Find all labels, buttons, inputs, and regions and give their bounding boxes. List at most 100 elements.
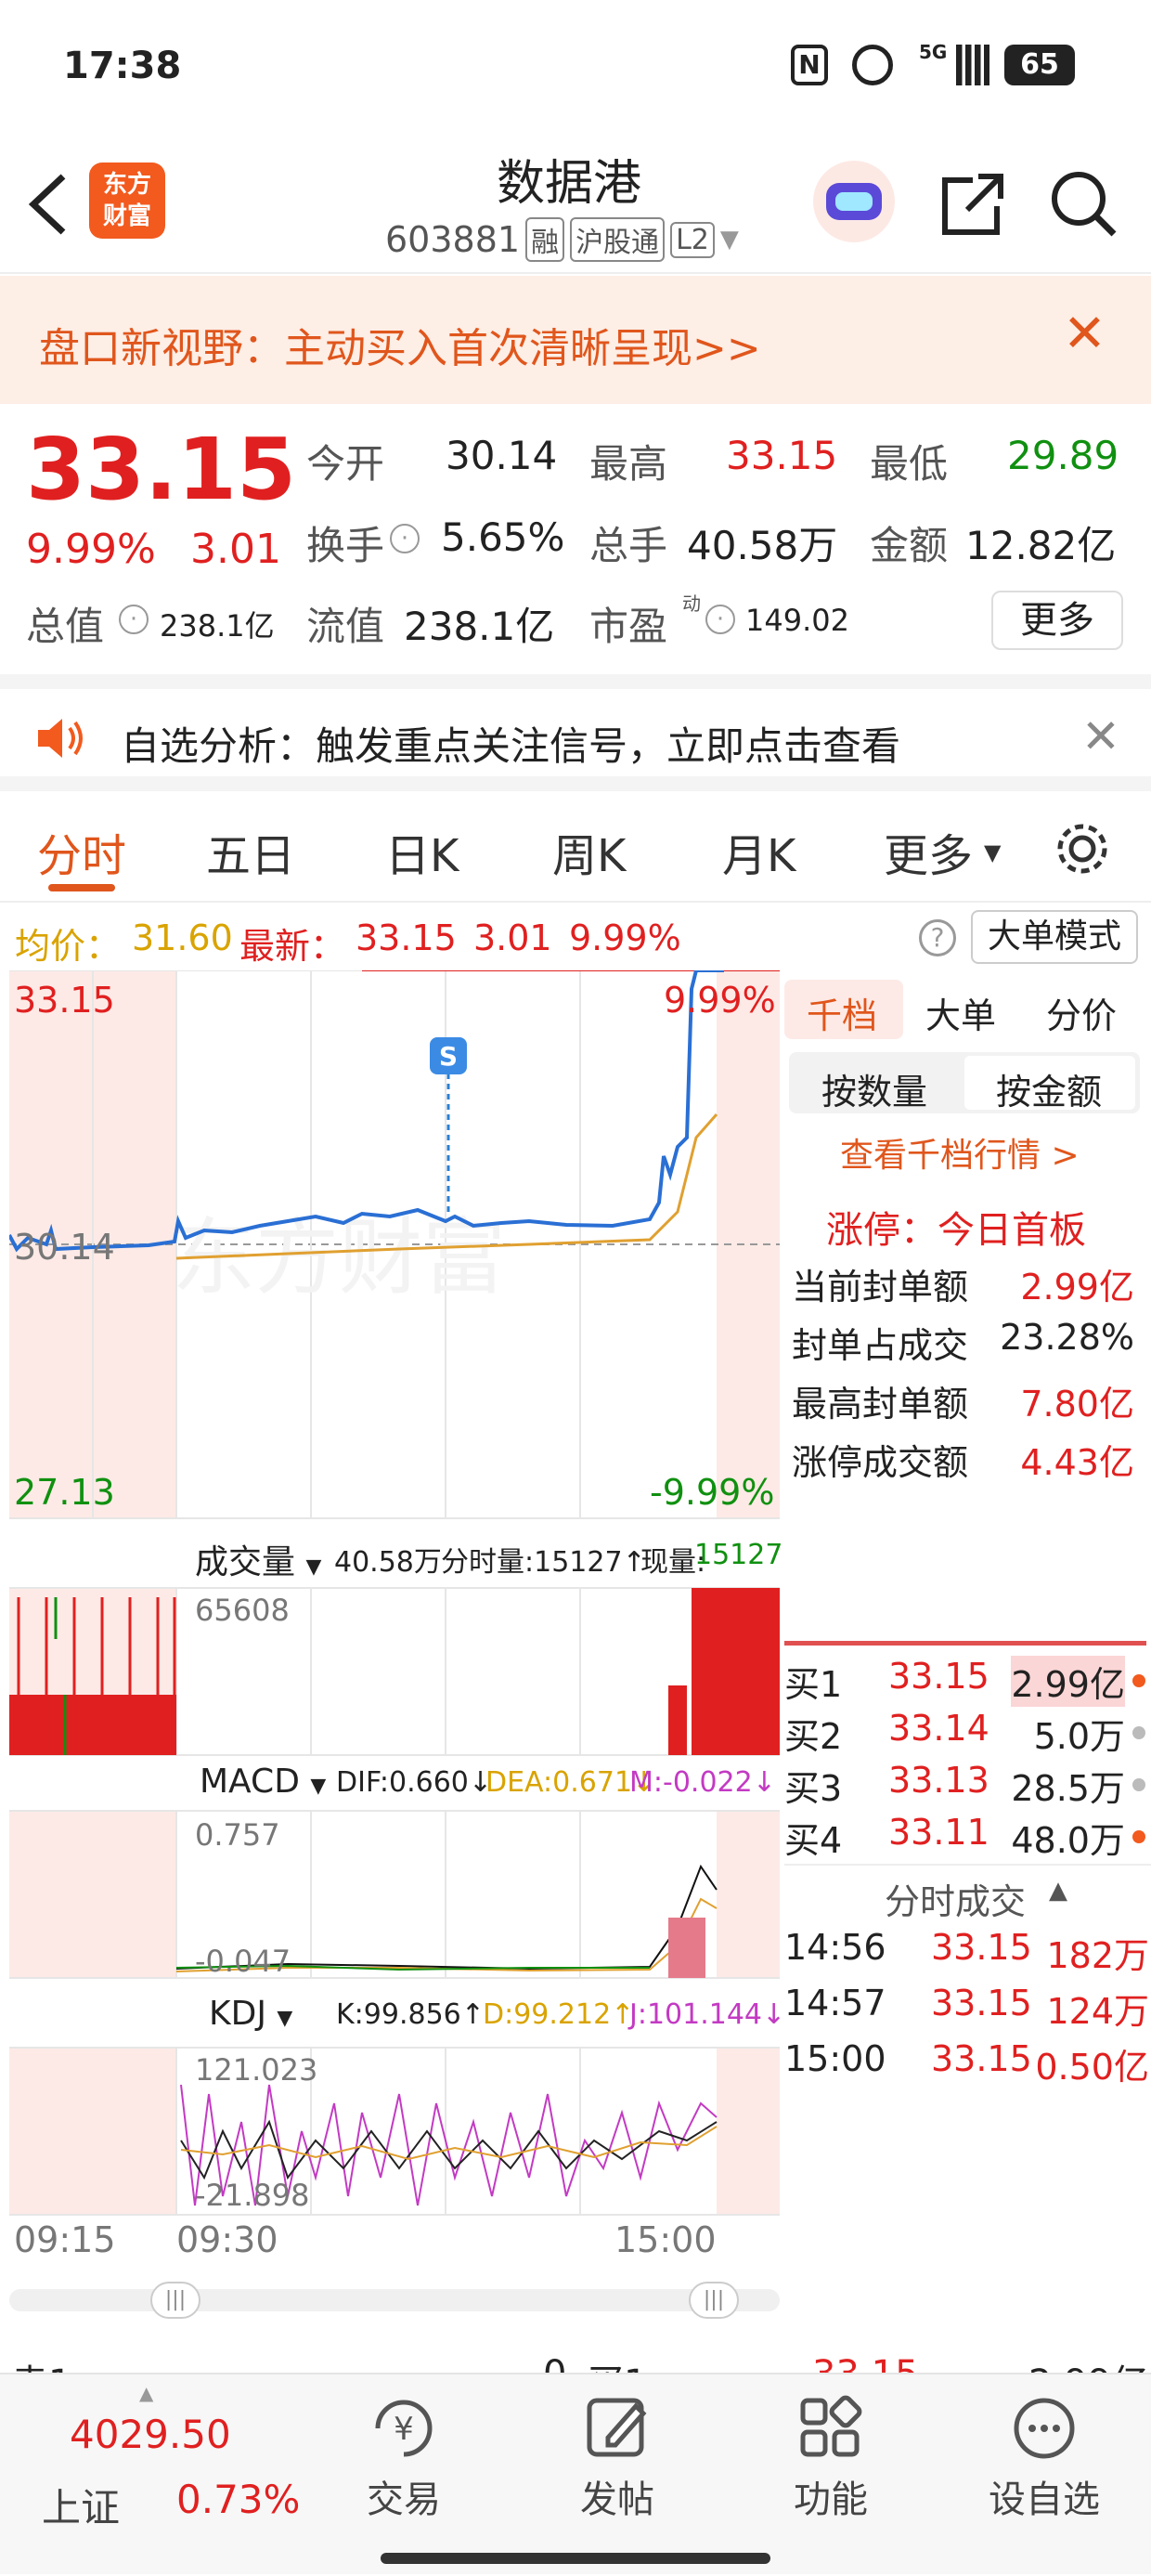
avg-label: 均价： [15, 926, 122, 967]
dot-icon [1132, 1830, 1145, 1843]
bid-row[interactable]: 买3 33.13 28.5万 [784, 1760, 1151, 1812]
chart-svg: 东方财富 S [9, 970, 780, 2216]
macd-dif-value: DIF:0.660↓ [336, 1766, 493, 1799]
index-widget[interactable]: ▲ 4029.50 上证 0.73% [0, 2374, 306, 2576]
add-watchlist-button[interactable]: 设自选 [975, 2391, 1114, 2530]
bottom-toolbar: ▲ 4029.50 上证 0.73% ¥ 交易 发帖 功能 设自选 [0, 2373, 1151, 2574]
range-scrollbar[interactable] [9, 2289, 780, 2311]
bid-level: 买2 [784, 1716, 843, 1757]
tag-margin: 融 [525, 217, 565, 262]
info-icon[interactable]: · [705, 605, 735, 634]
svg-text:¥: ¥ [394, 2411, 414, 2448]
functions-label: 功能 [794, 2478, 868, 2521]
tab-more[interactable]: 更多 [884, 819, 973, 884]
functions-button[interactable]: 功能 [775, 2391, 886, 2530]
grid-icon [800, 2395, 862, 2457]
tab-daily[interactable]: 日K [385, 819, 459, 884]
kdj-j-value: J:101.144↓ [629, 1998, 786, 2031]
stat-row: 最高封单额 7.80亿 [792, 1384, 1134, 1425]
close-icon[interactable]: ✕ [1081, 709, 1120, 763]
bid-level: 买1 [784, 1664, 843, 1705]
dot-icon [1132, 1778, 1145, 1791]
avg-value: 31.60 [132, 917, 233, 958]
ticks-title: 分时成交 [885, 1881, 1027, 1922]
more-button[interactable]: 更多 [991, 591, 1123, 650]
volume-now: 15127 [694, 1539, 783, 1571]
tick-row: 14:57 33.15 124万 [784, 1983, 1149, 2032]
help-icon[interactable]: ? [919, 919, 956, 956]
big-order-mode-button[interactable]: 大单模式 [971, 910, 1138, 964]
active-tab-indicator [48, 884, 115, 891]
tab-monthly[interactable]: 月K [722, 819, 795, 884]
range-handle-right[interactable]: ||| [689, 2282, 739, 2319]
bid-volume: 5.0万 [1033, 1716, 1125, 1757]
status-bar: 17:38 N 5G 65 [0, 0, 1151, 135]
period-tabs: 分时 五日 日K 周K 月K 更多 ▼ [0, 791, 1151, 903]
range-handle-left[interactable]: ||| [150, 2282, 200, 2319]
time-axis-start: 09:15 [14, 2219, 116, 2260]
bid-price: 33.13 [888, 1760, 989, 1801]
tab-big-orders[interactable]: 大单 [925, 987, 996, 1038]
trade-icon: ¥ [375, 2400, 433, 2457]
search-icon[interactable] [1047, 167, 1121, 241]
mode-quantity[interactable]: 按数量 [821, 1063, 927, 1114]
last-change: 3.01 [473, 917, 552, 958]
gear-icon[interactable] [1053, 819, 1112, 878]
tab-price-dist[interactable]: 分价 [1046, 987, 1117, 1038]
stock-code: 603881 [385, 219, 521, 260]
status-time: 17:38 [63, 45, 182, 87]
high-label: 最高 [589, 441, 668, 487]
kdj-bot: -21.898 [195, 2178, 310, 2213]
bid-volume: 48.0万 [1011, 1820, 1125, 1861]
bid-row[interactable]: 买2 33.14 5.0万 [784, 1708, 1151, 1760]
fcap-value: 238.1亿 [404, 604, 555, 649]
mode-amount[interactable]: 按金额 [996, 1063, 1102, 1114]
robot-icon[interactable] [813, 161, 895, 242]
back-icon[interactable] [20, 167, 76, 241]
promo-banner[interactable]: 盘口新视野：主动买入首次清晰呈现>> ✕ [0, 276, 1151, 404]
volume-max: 65608 [195, 1593, 290, 1628]
low-label: 最低 [870, 441, 949, 487]
open-value: 30.14 [446, 433, 558, 478]
tab-5day[interactable]: 五日 [206, 819, 295, 884]
amount-value: 12.82亿 [965, 523, 1117, 568]
info-icon[interactable]: · [390, 524, 420, 553]
kdj-selector[interactable]: KDJ ▼ [209, 1995, 292, 2033]
stock-code-row[interactable]: 603881 融 沪股通 L2 ▼ [385, 216, 739, 263]
ticks-header[interactable]: 分时成交 ▲ [784, 1864, 1151, 1922]
high-value: 33.15 [726, 433, 838, 478]
notice-text: 自选分析：触发重点关注信号，立即点击查看 [121, 723, 901, 769]
bid-volume: 2.99亿 [1011, 1656, 1125, 1707]
trade-label: 交易 [367, 2478, 441, 2521]
volume-total: 40.58万 [334, 1546, 442, 1579]
price-axis-bot: 27.13 [14, 1472, 115, 1513]
signal-bars-icon [956, 45, 989, 85]
info-icon[interactable]: · [119, 605, 149, 634]
tab-weekly[interactable]: 周K [552, 819, 626, 884]
pct-axis-bot: -9.99% [650, 1472, 775, 1513]
stat-row: 封单占成交 23.28% [792, 1317, 1134, 1366]
intraday-chart[interactable]: 东方财富 S 33.15 30.14 27.13 9.99% -9.99% 成交… [9, 970, 785, 2345]
share-icon[interactable] [936, 167, 1010, 241]
more-icon [1014, 2398, 1075, 2459]
chevron-down-icon: ▼ [984, 839, 1002, 865]
open-label: 今开 [306, 441, 385, 487]
post-button[interactable]: 发帖 [562, 2391, 673, 2530]
last-price: 33.15 [26, 420, 297, 519]
nfc-icon: N [791, 45, 828, 85]
app-logo[interactable]: 东方 财富 [89, 163, 165, 239]
notice-bar[interactable]: 自选分析：触发重点关注信号，立即点击查看 ✕ [0, 674, 1151, 791]
bid-row[interactable]: 买1 33.15 2.99亿 [784, 1656, 1151, 1708]
volume-header: 成交量 ▼ 40.58万 分时量:15127↑ 现量: 15127 [9, 1528, 783, 1583]
macd-selector[interactable]: MACD ▼ [200, 1763, 326, 1801]
tab-intraday[interactable]: 分时 [37, 819, 126, 884]
trade-button[interactable]: ¥ 交易 [348, 2391, 459, 2530]
close-icon[interactable]: ✕ [1063, 304, 1106, 364]
bid-row[interactable]: 买4 33.11 48.0万 [784, 1812, 1151, 1862]
bid-list: 买1 33.15 2.99亿 买2 33.14 5.0万 买3 33.13 28.5万 买4 33.… [784, 1656, 1151, 1862]
tab-levels-label: 千档 [807, 995, 878, 1036]
levels-link[interactable]: 查看千档行情 > [840, 1128, 1080, 1177]
kdj-k-value: K:99.856↑ [336, 1998, 485, 2031]
home-indicator [381, 2553, 770, 2564]
volume-selector[interactable]: 成交量 ▼ [195, 1535, 321, 1583]
